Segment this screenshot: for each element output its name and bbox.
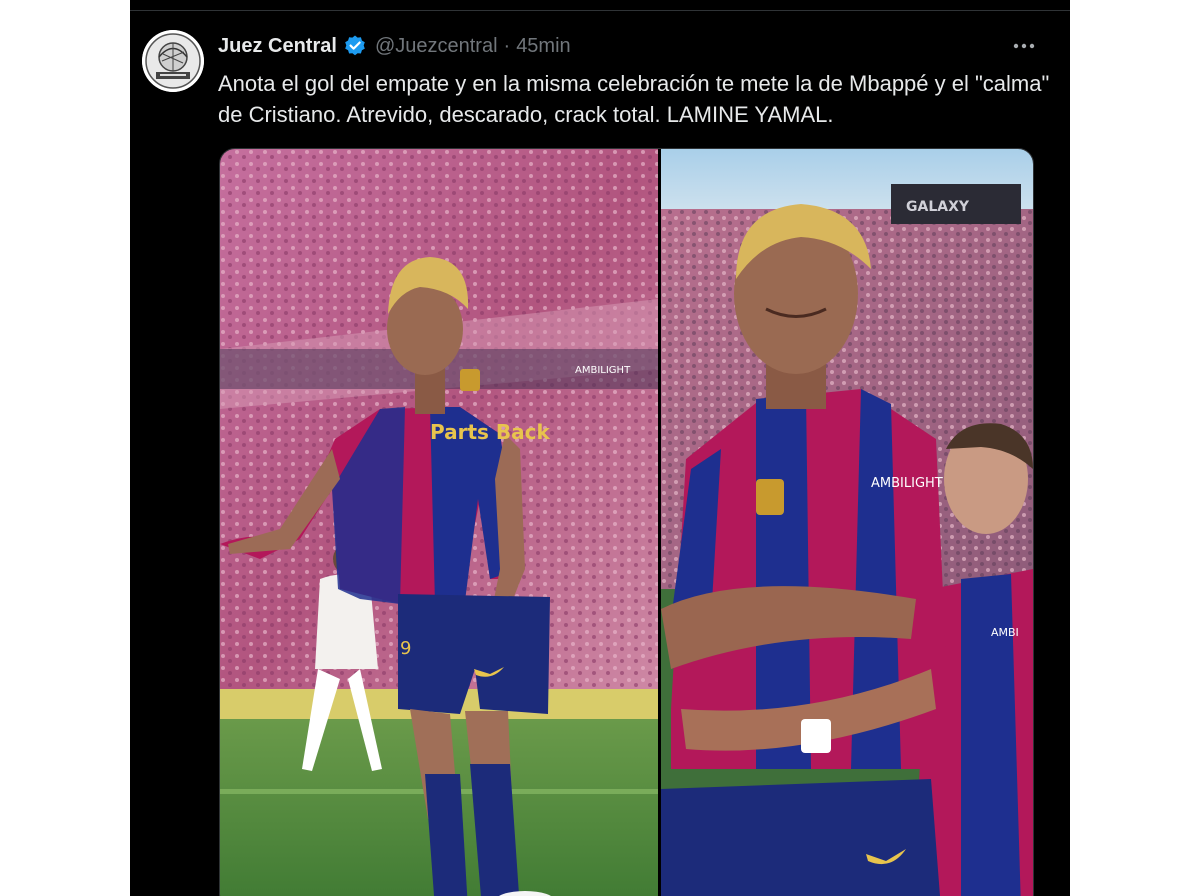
tweet-header: Juez Central @Juezcentral · 45min: [218, 32, 571, 60]
photo-left[interactable]: Parts Back AMBILIGHT 9: [220, 149, 658, 896]
right-sleeve-text: AMBILIGHT: [871, 476, 943, 491]
timestamp[interactable]: 45min: [516, 35, 570, 58]
left-shirt-text: Parts Back: [430, 420, 551, 444]
avatar[interactable]: [142, 30, 204, 92]
player-gesture-photo: Parts Back AMBILIGHT 9: [220, 149, 658, 896]
teammate-sleeve-text: AMBI: [991, 626, 1019, 639]
tweet-card[interactable]: Juez Central @Juezcentral · 45min Anota …: [130, 0, 1070, 896]
tweet-text: Anota el gol del empate y en la misma ce…: [218, 71, 1050, 127]
separator-dot: ·: [503, 34, 511, 57]
more-options-button[interactable]: [1006, 32, 1042, 60]
left-short-number: 9: [400, 638, 411, 659]
tweet-media[interactable]: Parts Back AMBILIGHT 9 GALAXY AMBI AMBIL…: [219, 148, 1034, 896]
photo-right[interactable]: GALAXY AMBI AMBILIGHT: [661, 149, 1033, 896]
left-sleeve-text: AMBILIGHT: [575, 365, 631, 376]
avatar-logo-icon: [142, 30, 204, 92]
celebration-photo: GALAXY AMBI AMBILIGHT: [661, 149, 1033, 896]
author-handle[interactable]: @Juezcentral: [375, 35, 498, 58]
divider: [130, 10, 1070, 11]
author-name[interactable]: Juez Central: [218, 35, 337, 58]
verified-badge-icon: [343, 34, 367, 58]
more-dots-icon: [1013, 43, 1035, 49]
stadium-board-text: GALAXY: [906, 199, 970, 215]
